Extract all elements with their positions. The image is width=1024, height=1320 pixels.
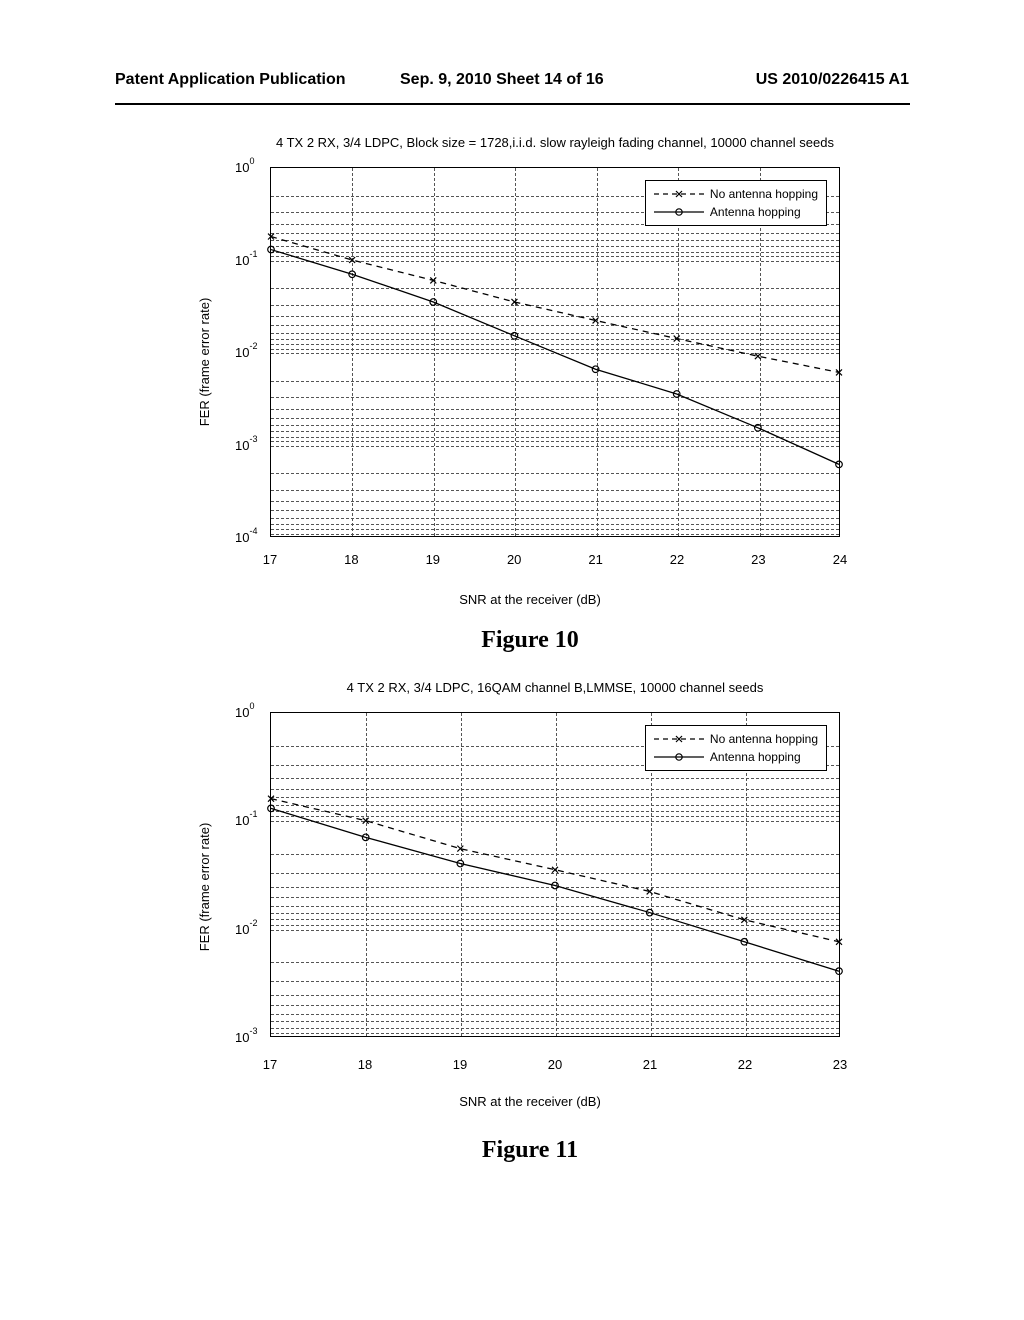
chart-title: 4 TX 2 RX, 3/4 LDPC, Block size = 1728,i… <box>250 135 860 150</box>
plot-svg <box>271 168 839 536</box>
chart-figure-10: 4 TX 2 RX, 3/4 LDPC, Block size = 1728,i… <box>190 135 870 654</box>
xtick: 18 <box>358 1057 372 1072</box>
xtick: 17 <box>263 552 277 567</box>
plot-box: No antenna hopping Antenna hopping <box>270 712 840 1037</box>
header-divider <box>115 103 910 105</box>
figure-caption: Figure 10 <box>190 627 870 654</box>
y-axis-label: FER (frame error rate) <box>197 298 212 427</box>
ytick: 10-2 <box>235 344 257 360</box>
plot-box: No antenna hopping Antenna hopping <box>270 167 840 537</box>
xtick: 17 <box>263 1057 277 1072</box>
xtick: 20 <box>507 552 521 567</box>
plot-svg <box>271 713 839 1036</box>
ytick: 10-2 <box>235 920 257 936</box>
chart-figure-11: 4 TX 2 RX, 3/4 LDPC, 16QAM channel B,LMM… <box>190 680 870 1164</box>
xtick: 18 <box>344 552 358 567</box>
header-right: US 2010/0226415 A1 <box>756 71 909 89</box>
xtick: 21 <box>643 1057 657 1072</box>
xtick: 21 <box>588 552 602 567</box>
x-axis-label: SNR at the receiver (dB) <box>190 1094 870 1109</box>
xtick: 24 <box>833 552 847 567</box>
header-left: Patent Application Publication <box>115 71 346 89</box>
xtick: 19 <box>426 552 440 567</box>
y-axis-label: FER (frame error rate) <box>197 823 212 952</box>
ytick: 10-4 <box>235 529 257 545</box>
plot-area: FER (frame error rate) 100 10-1 10-2 10-… <box>190 697 870 1077</box>
plot-area: FER (frame error rate) 100 10-1 10-2 10-… <box>190 152 870 572</box>
header-center: Sep. 9, 2010 Sheet 14 of 16 <box>400 71 604 89</box>
ytick: 10-1 <box>235 251 257 267</box>
xtick: 23 <box>833 1057 847 1072</box>
ytick: 100 <box>235 704 254 720</box>
ytick: 10-1 <box>235 812 257 828</box>
ytick: 10-3 <box>235 1029 257 1045</box>
xtick: 19 <box>453 1057 467 1072</box>
xtick: 23 <box>751 552 765 567</box>
x-axis-label: SNR at the receiver (dB) <box>190 592 870 607</box>
xtick: 20 <box>548 1057 562 1072</box>
ytick: 10-3 <box>235 436 257 452</box>
chart-title: 4 TX 2 RX, 3/4 LDPC, 16QAM channel B,LMM… <box>250 680 860 695</box>
ytick: 100 <box>235 159 254 175</box>
xtick: 22 <box>670 552 684 567</box>
figure-caption: Figure 11 <box>190 1137 870 1164</box>
xtick: 22 <box>738 1057 752 1072</box>
